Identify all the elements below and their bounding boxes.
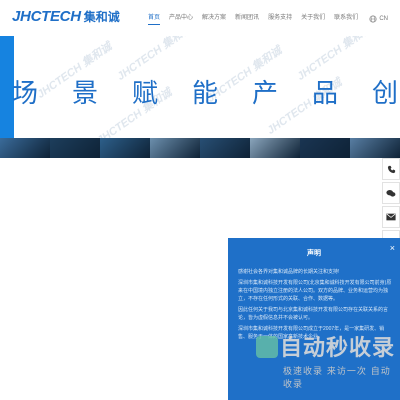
hero-char: 能 [192, 79, 219, 109]
strip-tile [100, 138, 150, 158]
phone-icon[interactable] [382, 158, 400, 180]
nav-item-solutions[interactable]: 解决方案 [202, 12, 226, 21]
language-switch[interactable]: CN [369, 10, 388, 28]
logo-latin: JHCTECH [12, 8, 81, 25]
globe-icon [369, 10, 377, 28]
modal-title: 声明 [307, 250, 321, 257]
hero-banner: JHCTECH 集和诚 JHCTECH 集和诚 JHCTECH 集和诚 JHCT… [0, 36, 400, 138]
strip-tile [200, 138, 250, 158]
modal-paragraph: 深圳市集和诚科技开发有限公司(北京集和诚科技开发有限公司前身)原来在中国境内独立… [238, 280, 392, 302]
hero-char: 景 [72, 79, 99, 109]
watermark-logo-icon [256, 336, 278, 358]
hero-char: 产 [252, 79, 279, 109]
main-nav: 首页 产品中心 解决方案 新闻团讯 服务支持 关于我们 联系我们 [148, 12, 367, 25]
language-label: CN [379, 16, 388, 22]
strip-tile [50, 138, 100, 158]
watermark-subtitle: 极速收录 来访一次 自动收录 [283, 367, 391, 390]
logo-cn: 集和诚 [83, 10, 120, 24]
nav-item-home[interactable]: 首页 [148, 12, 161, 25]
image-strip [0, 138, 400, 158]
site-header: JHCTECH 集和诚 首页 产品中心 解决方案 新闻团讯 服务支持 关于我们 … [0, 0, 400, 36]
watermark-overlay: 自动秒收录 极速收录 来访一次 自动收录 [250, 330, 400, 390]
strip-tile [250, 138, 300, 158]
wechat-icon[interactable] [382, 182, 400, 204]
strip-tile [150, 138, 200, 158]
email-icon[interactable] [382, 206, 400, 228]
nav-item-support[interactable]: 服务支持 [268, 12, 292, 21]
hero-char: 品 [312, 79, 339, 109]
hero-char: 赋 [132, 79, 159, 109]
strip-tile [0, 138, 50, 158]
modal-paragraph: 感谢社会各界对集和诚品牌的长期关注和支持! [238, 269, 340, 275]
hero-char: 创 [372, 79, 399, 109]
modal-paragraph: 因此任何关于我司与北京集和诚科技开发有限公司存在关联关系的言论，皆为虚假信息并不… [238, 307, 389, 321]
logo[interactable]: JHCTECH 集和诚 [12, 8, 120, 25]
nav-item-news[interactable]: 新闻团讯 [235, 12, 259, 21]
nav-item-products[interactable]: 产品中心 [169, 12, 193, 21]
nav-item-about[interactable]: 关于我们 [301, 12, 325, 21]
watermark-title: 自动秒收录 [280, 336, 396, 361]
strip-tile [300, 138, 350, 158]
nav-item-contact[interactable]: 联系我们 [334, 12, 358, 21]
hero-char: 场 [12, 79, 39, 109]
hero-headline: 场 景 赋 能 产 品 创 [12, 73, 400, 110]
strip-tile [350, 138, 400, 158]
